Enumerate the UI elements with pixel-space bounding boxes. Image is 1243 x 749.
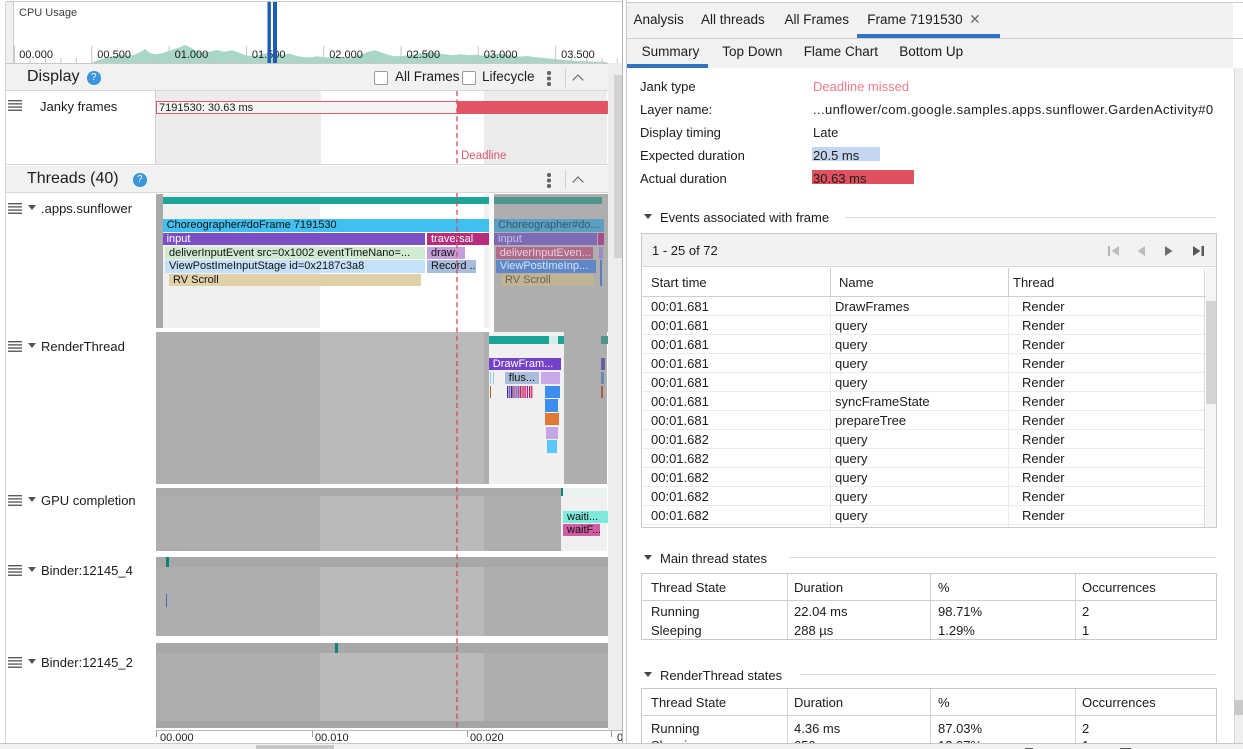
svg-text:03.500: 03.500 (561, 49, 595, 61)
svg-text:01.000: 01.000 (175, 49, 209, 61)
svg-text:02.500: 02.500 (407, 49, 441, 61)
svg-text:02.000: 02.000 (329, 49, 363, 61)
svg-text:00.000: 00.000 (19, 49, 53, 61)
svg-text:00.500: 00.500 (97, 49, 131, 61)
svg-text:03.000: 03.000 (484, 49, 518, 61)
